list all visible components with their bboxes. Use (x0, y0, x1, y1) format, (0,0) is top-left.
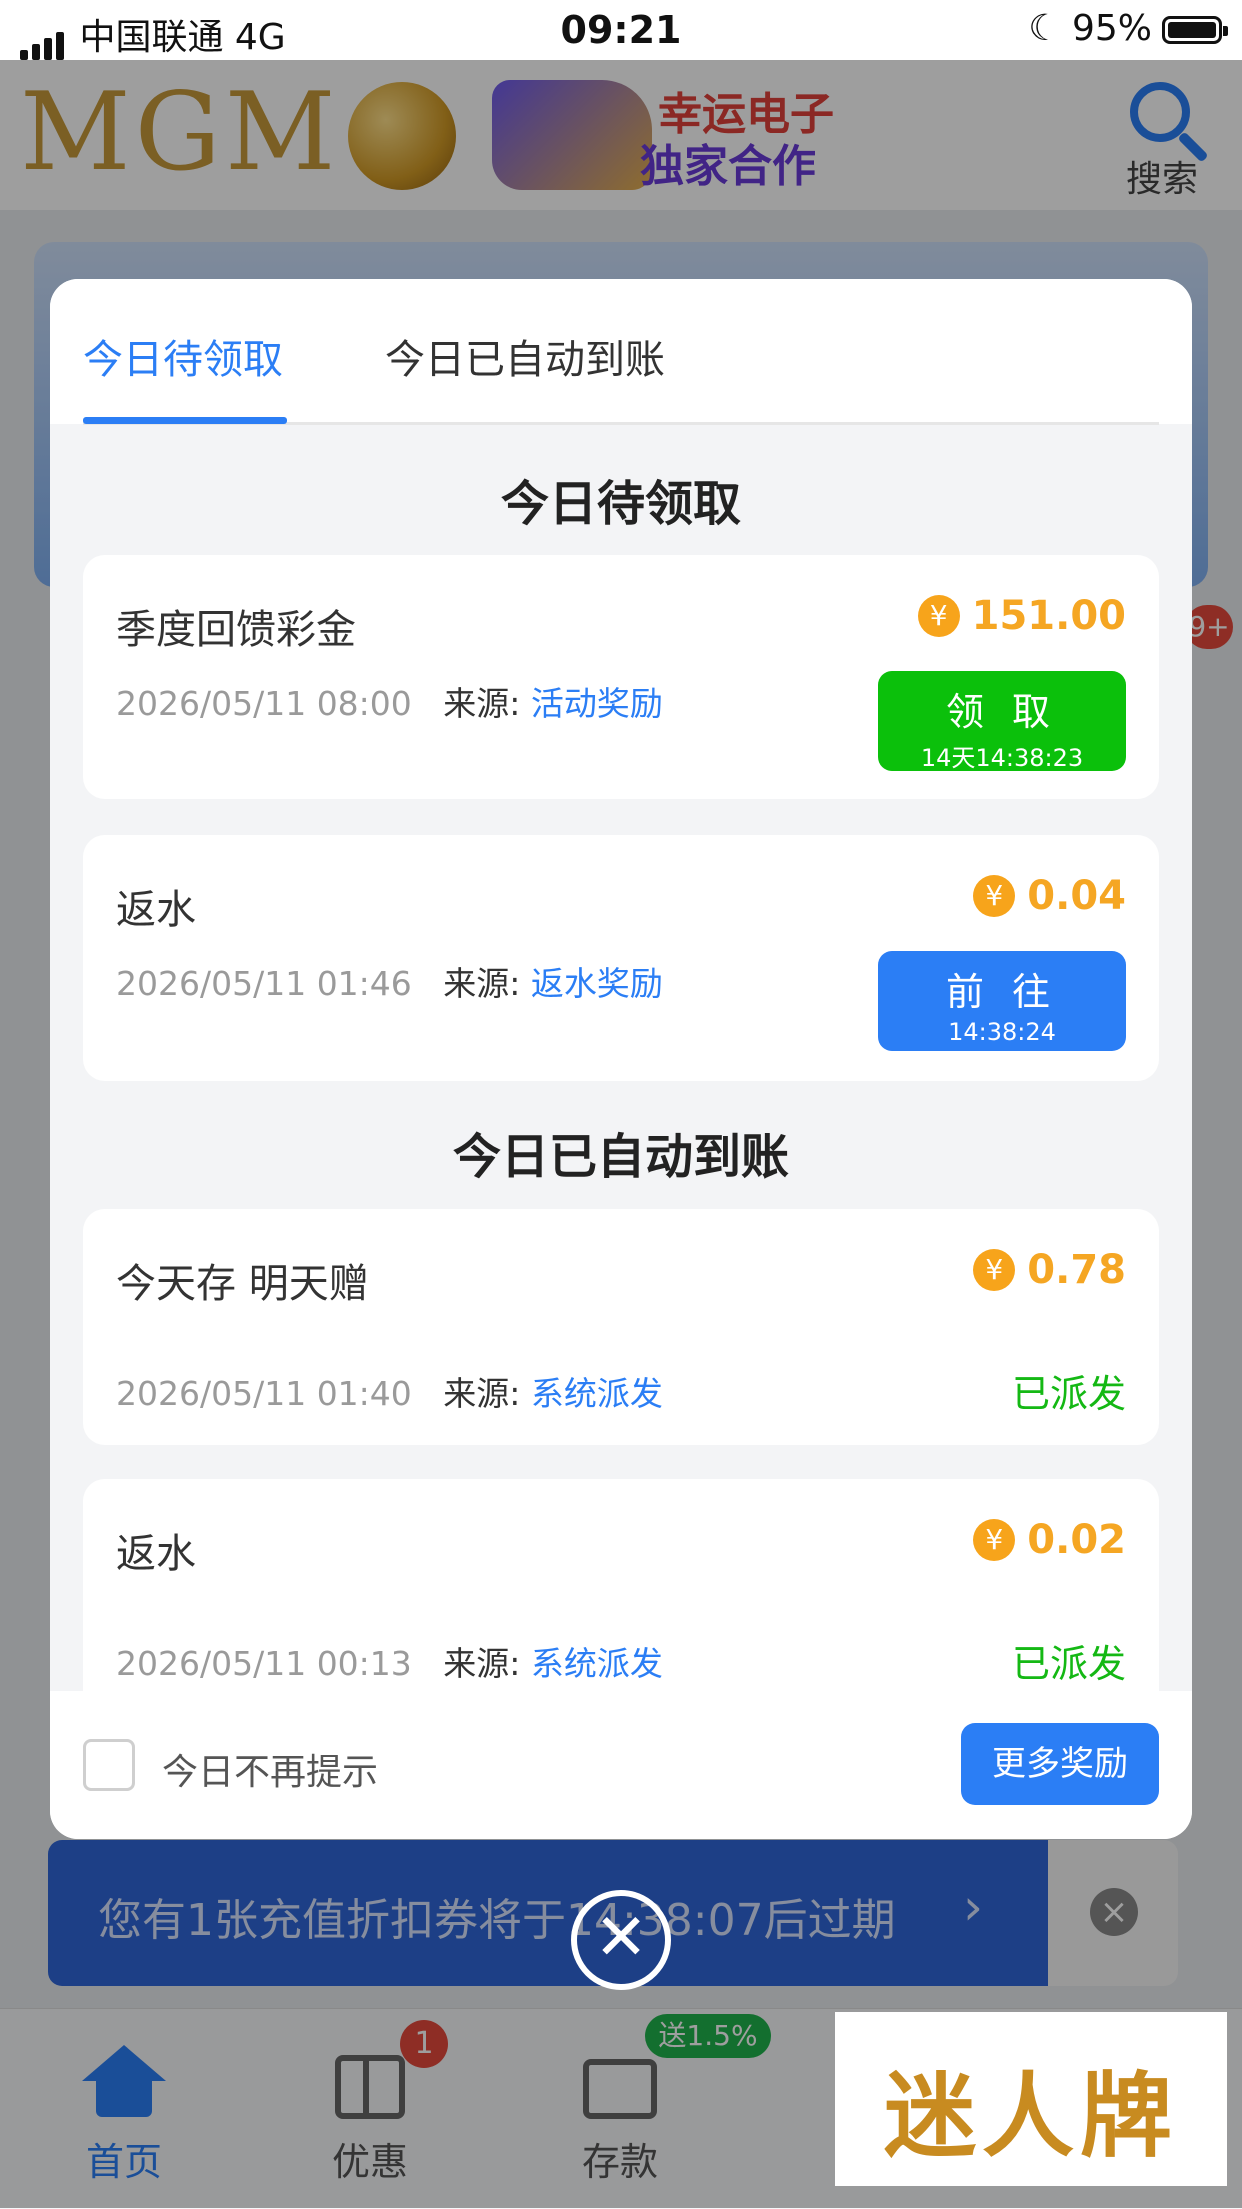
reward-card: 季度回馈彩金 ¥151.00 2026/05/11 08:00 来源: 活动奖励… (83, 555, 1159, 799)
reward-card: 返水 ¥0.04 2026/05/11 01:46 来源: 返水奖励 前 往 1… (83, 835, 1159, 1081)
reward-amount: ¥0.78 (973, 1247, 1126, 1293)
yen-coin-icon: ¥ (917, 595, 960, 637)
reward-amount: ¥151.00 (917, 593, 1126, 639)
rewards-modal: 今日待领取 今日已自动到账 今日待领取 季度回馈彩金 ¥151.00 2026/… (50, 279, 1192, 1839)
claim-countdown: 14天14:38:23 (920, 744, 1084, 772)
more-rewards-button[interactable]: 更多奖励 (961, 1723, 1159, 1805)
status-badge: 已派发 (1011, 1642, 1126, 1686)
reward-date: 2026/05/11 01:46 来源: 返水奖励 (116, 964, 663, 1003)
battery-icon (1162, 16, 1228, 44)
go-button[interactable]: 前 往 14:38:24 (878, 951, 1126, 1051)
close-icon[interactable]: ✕ (571, 1890, 671, 1990)
status-badge: 已派发 (1011, 1372, 1126, 1416)
credited-card: 返水 ¥0.02 2026/05/11 00:13 来源: 系统派发 已派发 (83, 1479, 1159, 1715)
battery-percent: ☾ 95% (1028, 8, 1152, 49)
tab-pending[interactable]: 今日待领取 (83, 327, 283, 385)
reward-name: 季度回馈彩金 (116, 607, 356, 653)
reward-source[interactable]: 返水奖励 (531, 964, 663, 1003)
yen-coin-icon: ¥ (973, 1249, 1016, 1291)
watermark-text: 迷人牌 (883, 2062, 1178, 2170)
auto-section-title: 今日已自动到账 (452, 1129, 789, 1185)
credited-card: 今天存 明天赠 ¥0.78 2026/05/11 01:40 来源: 系统派发 … (83, 1209, 1159, 1445)
dont-remind-checkbox[interactable] (83, 1739, 135, 1791)
go-countdown: 14:38:24 (948, 1018, 1056, 1046)
reward-date: 2026/05/11 01:40 来源: 系统派发 (116, 1374, 663, 1413)
dont-remind-label[interactable]: 今日不再提示 (162, 1743, 378, 1795)
reward-amount: ¥0.04 (973, 873, 1126, 919)
tab-auto-credited[interactable]: 今日已自动到账 (385, 327, 665, 385)
reward-amount: ¥0.02 (973, 1517, 1126, 1563)
pending-section-title: 今日待领取 (500, 476, 741, 532)
reward-source[interactable]: 系统派发 (531, 1644, 663, 1683)
reward-name: 今天存 明天赠 (116, 1261, 369, 1307)
reward-source[interactable]: 活动奖励 (531, 684, 663, 723)
active-tab-indicator (83, 417, 287, 424)
yen-coin-icon: ¥ (973, 1519, 1016, 1561)
reward-source[interactable]: 系统派发 (531, 1374, 663, 1413)
status-bar: 中国联通 4G 09:21 ☾ 95% (0, 0, 1242, 60)
reward-date: 2026/05/11 00:13 来源: 系统派发 (116, 1644, 663, 1683)
reward-name: 返水 (116, 887, 196, 933)
watermark-logo: 迷人牌 (835, 2012, 1227, 2186)
modal-tabs: 今日待领取 今日已自动到账 (50, 279, 1192, 425)
yen-coin-icon: ¥ (973, 875, 1016, 917)
reward-name: 返水 (116, 1531, 196, 1577)
reward-date: 2026/05/11 08:00 来源: 活动奖励 (116, 684, 663, 723)
claim-button[interactable]: 领 取 14天14:38:23 (878, 671, 1126, 772)
